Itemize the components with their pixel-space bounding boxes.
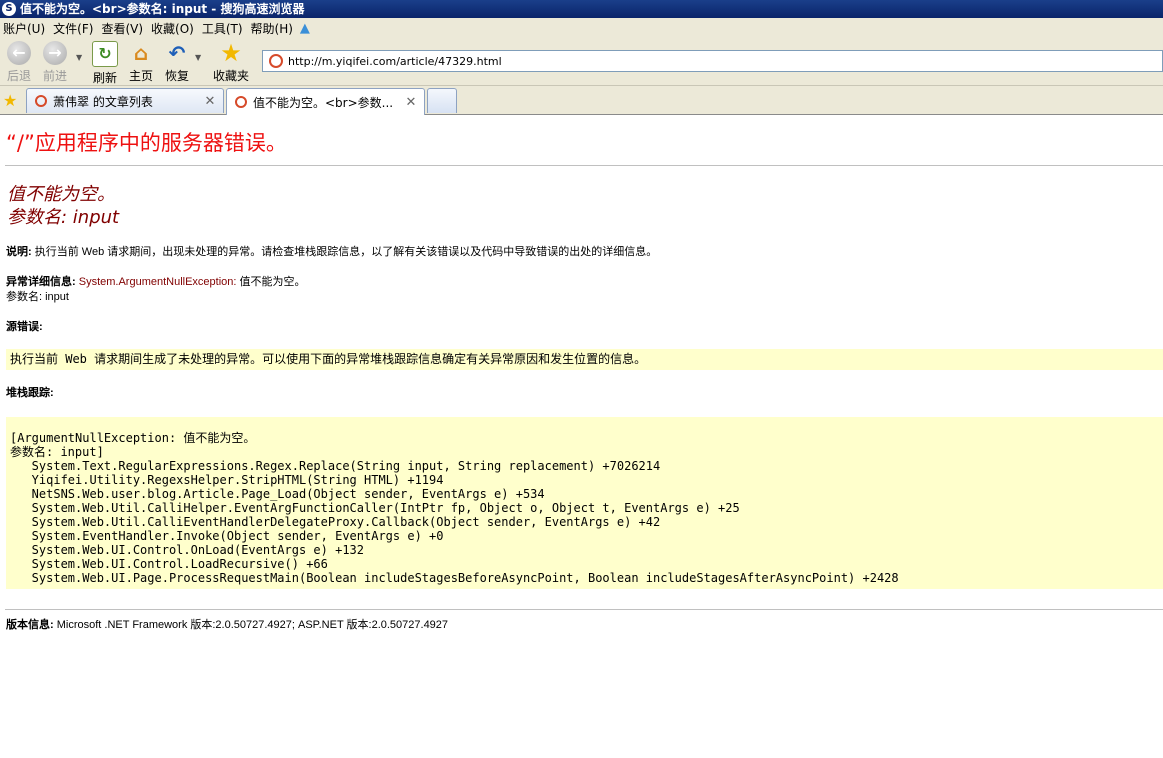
- tab-label: 萧伟翠 的文章列表: [53, 94, 153, 109]
- error-parameter: 参数名: input: [7, 207, 120, 228]
- menu-account[interactable]: 账户(U): [0, 20, 50, 37]
- version-info-section: 版本信息: Microsoft .NET Framework 版本:2.0.50…: [6, 618, 448, 633]
- refresh-label: 刷新: [92, 71, 117, 85]
- restore-button[interactable]: ↶ 恢复: [159, 41, 195, 83]
- tab-strip: ★ 萧伟翠 的文章列表 ✕ 值不能为空。<br>参数... ✕: [0, 86, 1163, 115]
- menu-bar: 账户(U) 文件(F) 查看(V) 收藏(O) 工具(T) 帮助(H) ▲: [0, 18, 1163, 39]
- back-arrow-icon: ←: [7, 41, 31, 65]
- stack-trace-section: 堆栈跟踪:: [6, 386, 54, 401]
- tab-error-page[interactable]: 值不能为空。<br>参数... ✕: [226, 88, 425, 115]
- description-section: 说明: 执行当前 Web 请求期间，出现未处理的异常。请检查堆栈跟踪信息，以了解…: [6, 245, 657, 260]
- stack-line: System.Web.UI.Page.ProcessRequestMain(Bo…: [10, 571, 899, 585]
- source-error-section: 源错误:: [6, 320, 43, 335]
- menu-file[interactable]: 文件(F): [50, 20, 98, 37]
- stack-trace-label: 堆栈跟踪:: [6, 387, 54, 399]
- new-tab-button[interactable]: [427, 88, 457, 113]
- close-icon[interactable]: ✕: [203, 94, 217, 109]
- version-text: Microsoft .NET Framework 版本:2.0.50727.49…: [53, 619, 449, 631]
- address-url[interactable]: http://m.yiqifei.com/article/47329.html: [288, 55, 502, 68]
- exception-parameter: 参数名: input: [6, 291, 69, 303]
- undo-icon: ↶: [168, 41, 186, 65]
- exception-type: System.ArgumentNullException:: [75, 276, 237, 288]
- stack-line: System.Web.Util.CalliEventHandlerDelegat…: [10, 515, 661, 529]
- favorites-star-icon[interactable]: ★: [3, 91, 17, 110]
- stack-line: System.EventHandler.Invoke(Object sender…: [10, 529, 444, 543]
- source-error-label: 源错误:: [6, 321, 43, 333]
- home-label: 主页: [128, 69, 153, 83]
- stack-line: System.Web.UI.Control.LoadRecursive() +6…: [10, 557, 328, 571]
- page-content: “/”应用程序中的服务器错误。 值不能为空。 参数名: input 说明: 执行…: [0, 115, 1163, 758]
- close-icon[interactable]: ✕: [404, 95, 418, 110]
- page-title: “/”应用程序中的服务器错误。: [6, 131, 287, 155]
- restore-dropdown-icon[interactable]: ▼: [195, 53, 201, 62]
- forward-arrow-icon: →: [43, 41, 67, 65]
- exception-details-section: 异常详细信息: System.ArgumentNullException: 值不…: [6, 275, 306, 305]
- tab-article-list[interactable]: 萧伟翠 的文章列表 ✕: [26, 88, 224, 113]
- shirt-icon[interactable]: ▲: [300, 21, 310, 36]
- stack-line: Yiqifei.Utility.RegexsHelper.StripHTML(S…: [10, 473, 444, 487]
- stack-line: System.Text.RegularExpressions.Regex.Rep…: [10, 459, 661, 473]
- address-bar[interactable]: http://m.yiqifei.com/article/47329.html: [262, 50, 1163, 72]
- stack-line: System.Web.Util.CalliHelper.EventArgFunc…: [10, 501, 740, 515]
- tab-label: 值不能为空。<br>参数...: [253, 95, 394, 110]
- description-label: 说明:: [6, 246, 32, 258]
- back-button[interactable]: ← 后退: [1, 41, 37, 83]
- exception-message: 值不能为空。: [236, 276, 306, 288]
- forward-label: 前进: [42, 69, 67, 83]
- favorites-label: 收藏夹: [212, 69, 249, 83]
- home-button[interactable]: ⌂ 主页: [123, 41, 159, 83]
- error-heading: 值不能为空。 参数名: input: [7, 183, 119, 229]
- back-label: 后退: [6, 69, 31, 83]
- menu-favorites[interactable]: 收藏(O): [148, 20, 199, 37]
- forward-button[interactable]: → 前进: [37, 41, 73, 83]
- sogou-browser-icon: S: [2, 2, 16, 16]
- menu-view[interactable]: 查看(V): [98, 20, 148, 37]
- stack-line: System.Web.UI.Control.OnLoad(EventArgs e…: [10, 543, 365, 557]
- restore-label: 恢复: [164, 69, 189, 83]
- exception-label: 异常详细信息:: [6, 276, 76, 288]
- history-dropdown-icon[interactable]: ▼: [76, 53, 82, 62]
- description-text: 执行当前 Web 请求期间，出现未处理的异常。请检查堆栈跟踪信息，以了解有关该错…: [31, 246, 658, 258]
- stack-line: [ArgumentNullException: 值不能为空。: [10, 431, 256, 445]
- window-title-bar: S 值不能为空。<br>参数名: input - 搜狗高速浏览器: [0, 0, 1163, 18]
- stack-line: 参数名: input]: [10, 445, 104, 459]
- refresh-icon: ↻: [92, 41, 118, 67]
- source-error-box: 执行当前 Web 请求期间生成了未处理的异常。可以使用下面的异常堆栈跟踪信息确定…: [6, 349, 1163, 370]
- tab-favicon-icon: [35, 95, 47, 107]
- favorites-button[interactable]: ★ 收藏夹: [210, 41, 252, 83]
- home-icon: ⌂: [133, 41, 149, 65]
- error-message: 值不能为空。: [7, 184, 115, 205]
- divider: [5, 609, 1163, 610]
- version-label: 版本信息:: [6, 619, 54, 631]
- menu-tools[interactable]: 工具(T): [199, 20, 248, 37]
- stack-line: NetSNS.Web.user.blog.Article.Page_Load(O…: [10, 487, 545, 501]
- star-icon: ★: [220, 39, 242, 67]
- stack-trace-box: [ArgumentNullException: 值不能为空。 参数名: inpu…: [6, 417, 1163, 589]
- refresh-button[interactable]: ↻ 刷新: [87, 41, 123, 85]
- site-favicon-icon: [269, 54, 283, 68]
- divider: [5, 165, 1163, 166]
- window-title: 值不能为空。<br>参数名: input - 搜狗高速浏览器: [20, 2, 305, 16]
- tab-favicon-icon: [235, 96, 247, 108]
- menu-help[interactable]: 帮助(H): [248, 20, 298, 37]
